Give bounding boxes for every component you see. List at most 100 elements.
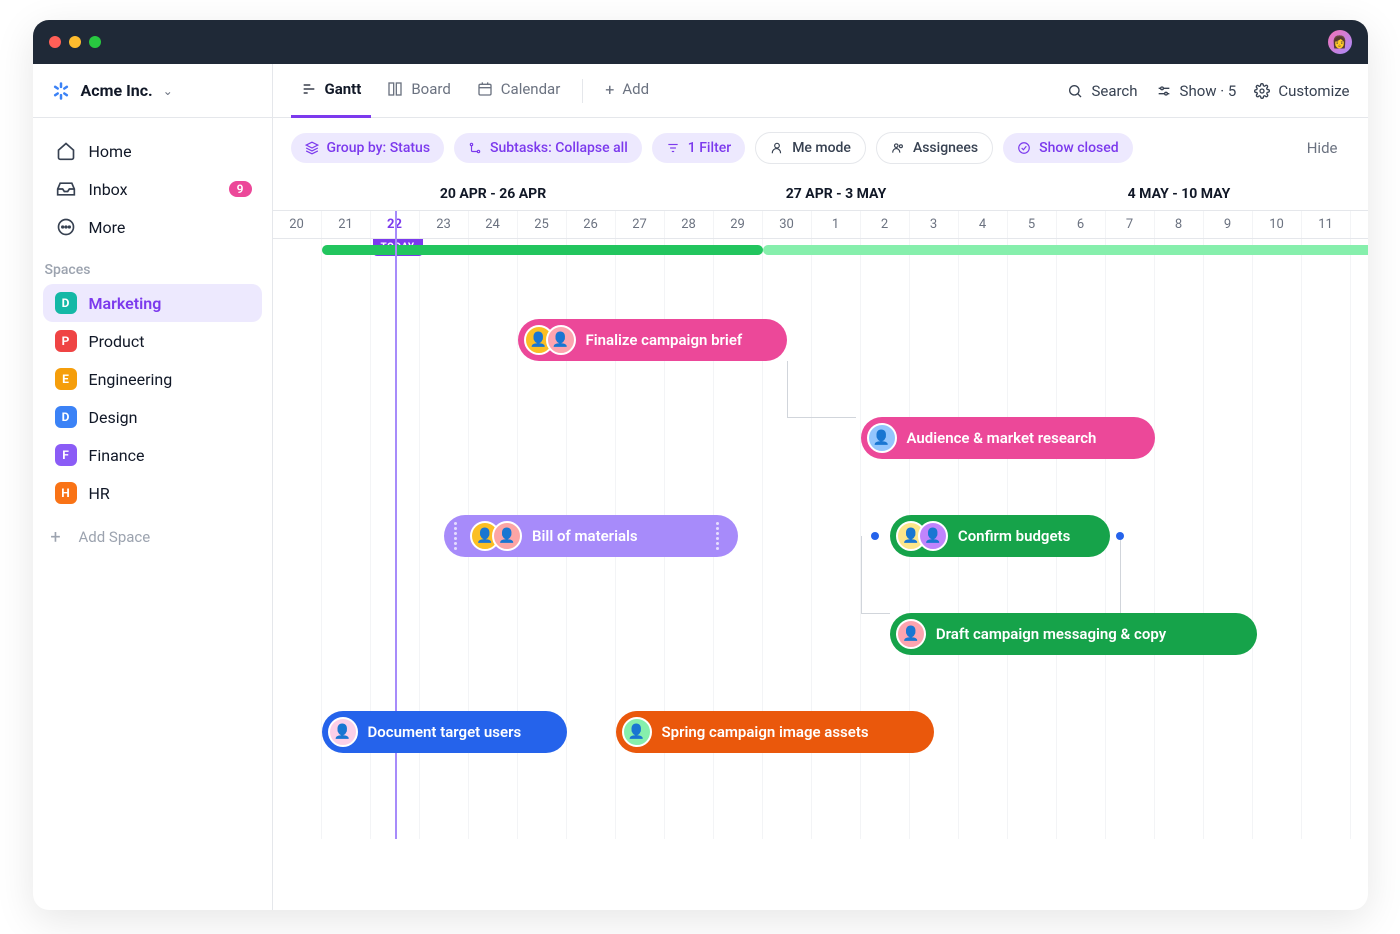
view-tabs: Gantt Board Calendar + Add [273, 64, 1368, 118]
day-cell[interactable]: 9 [1204, 211, 1253, 238]
day-cell[interactable]: 21 [322, 211, 371, 238]
space-name: HR [89, 484, 110, 503]
more-icon [55, 216, 77, 238]
user-avatar[interactable]: 👩 [1328, 30, 1352, 54]
day-cell[interactable]: 29 [714, 211, 763, 238]
assignee-avatars: 👤 [867, 423, 897, 453]
tab-calendar-label: Calendar [501, 80, 561, 98]
show-closed-pill[interactable]: Show closed [1003, 133, 1132, 163]
add-space-button[interactable]: + Add Space [33, 518, 272, 556]
day-cell[interactable]: 2 [861, 211, 910, 238]
inbox-icon [55, 178, 77, 200]
connector-line [787, 361, 788, 417]
avatar: 👤 [546, 325, 576, 355]
nav-home[interactable]: Home [43, 132, 262, 170]
chevron-down-icon: ⌄ [163, 84, 173, 98]
space-badge-icon: H [55, 482, 77, 504]
board-icon [387, 81, 403, 97]
assignees-pill[interactable]: Assignees [876, 132, 993, 164]
task-bar[interactable]: 👤👤 Finalize campaign brief [518, 319, 788, 361]
group-by-pill[interactable]: Group by: Status [291, 133, 445, 163]
task-bar[interactable]: 👤👤Confirm budgets [890, 515, 1111, 557]
space-item-finance[interactable]: FFinance [43, 436, 262, 474]
task-bar[interactable]: 👤Spring campaign image assets [616, 711, 935, 753]
hide-filters-button[interactable]: Hide [1295, 132, 1350, 164]
person-icon [770, 141, 784, 155]
space-item-design[interactable]: DDesign [43, 398, 262, 436]
space-item-marketing[interactable]: DMarketing [43, 284, 262, 322]
day-cell[interactable]: 12 [1351, 211, 1368, 238]
filter-label: 1 Filter [688, 140, 731, 156]
search-button[interactable]: Search [1067, 82, 1137, 100]
day-cell[interactable]: 1 [812, 211, 861, 238]
day-cell[interactable]: 5 [1008, 211, 1057, 238]
day-cell[interactable]: 26 [567, 211, 616, 238]
day-cell[interactable]: 4 [959, 211, 1008, 238]
day-cell[interactable]: 10 [1253, 211, 1302, 238]
task-bar[interactable]: 👤Draft campaign messaging & copy [890, 613, 1258, 655]
inbox-count-badge: 9 [229, 181, 252, 197]
space-item-engineering[interactable]: EEngineering [43, 360, 262, 398]
workspace-logo-icon [51, 81, 71, 101]
day-cell[interactable]: 24 [469, 211, 518, 238]
space-item-product[interactable]: PProduct [43, 322, 262, 360]
space-item-hr[interactable]: H HR [43, 474, 262, 512]
avatar: 👤 [492, 521, 522, 551]
space-name: Engineering [89, 370, 173, 389]
workspace-switcher[interactable]: Acme Inc. ⌄ [33, 64, 272, 118]
day-cell[interactable]: 27 [616, 211, 665, 238]
show-columns-button[interactable]: Show · 5 [1156, 82, 1237, 100]
maximize-window-button[interactable] [89, 36, 101, 48]
assignee-avatars: 👤 [328, 717, 358, 747]
space-badge-icon: D [55, 292, 77, 314]
titlebar: 👩 [33, 20, 1368, 64]
subtasks-pill[interactable]: Subtasks: Collapse all [454, 133, 642, 163]
task-title: Audience & market research [907, 429, 1097, 447]
day-cell[interactable]: 11 [1302, 211, 1351, 238]
week-label: 20 APR - 26 APR [322, 178, 665, 210]
assignee-avatars: 👤👤 [524, 325, 576, 355]
day-cell[interactable]: 7 [1106, 211, 1155, 238]
day-cell[interactable]: 25 [518, 211, 567, 238]
day-cell[interactable]: 3 [910, 211, 959, 238]
day-cell[interactable]: 28 [665, 211, 714, 238]
nav-more-label: More [89, 218, 126, 237]
minimize-window-button[interactable] [69, 36, 81, 48]
drag-handle-icon[interactable] [450, 522, 460, 550]
avatar: 👤 [328, 717, 358, 747]
connector-line [1120, 540, 1121, 613]
assignees-label: Assignees [913, 140, 978, 156]
tab-gantt[interactable]: Gantt [291, 64, 372, 118]
customize-button[interactable]: Customize [1254, 82, 1349, 100]
task-bar[interactable]: 👤👤 Bill of materials [444, 515, 738, 557]
gear-icon [1254, 83, 1270, 99]
tab-board[interactable]: Board [377, 64, 460, 118]
tab-board-label: Board [411, 80, 450, 98]
add-view-button[interactable]: + Add [595, 64, 659, 118]
day-cell[interactable]: 6 [1057, 211, 1106, 238]
task-bar[interactable]: 👤 Document target users [322, 711, 567, 753]
tab-calendar[interactable]: Calendar [467, 64, 571, 118]
task-title: Bill of materials [532, 527, 638, 545]
nav-more[interactable]: More [43, 208, 262, 246]
search-label: Search [1091, 82, 1137, 100]
assignee-avatars: 👤👤 [470, 521, 522, 551]
day-cell[interactable]: 23 [420, 211, 469, 238]
close-window-button[interactable] [49, 36, 61, 48]
task-title: Document target users [368, 723, 522, 741]
day-cell[interactable]: 30 [763, 211, 812, 238]
avatar: 👤 [896, 619, 926, 649]
me-mode-pill[interactable]: Me mode [755, 132, 866, 164]
task-title: Finalize campaign brief [586, 331, 743, 349]
day-cell[interactable]: 20 [273, 211, 322, 238]
sliders-icon [1156, 83, 1172, 99]
plus-icon: + [605, 80, 614, 99]
filter-pill[interactable]: 1 Filter [652, 133, 745, 163]
drag-handle-icon[interactable] [712, 522, 722, 550]
task-bar[interactable]: 👤 Audience & market research [861, 417, 1155, 459]
nav-inbox[interactable]: Inbox 9 [43, 170, 262, 208]
day-cell[interactable]: 8 [1155, 211, 1204, 238]
subtasks-label: Subtasks: Collapse all [490, 140, 628, 156]
calendar-icon [477, 81, 493, 97]
avatar: 👤 [918, 521, 948, 551]
